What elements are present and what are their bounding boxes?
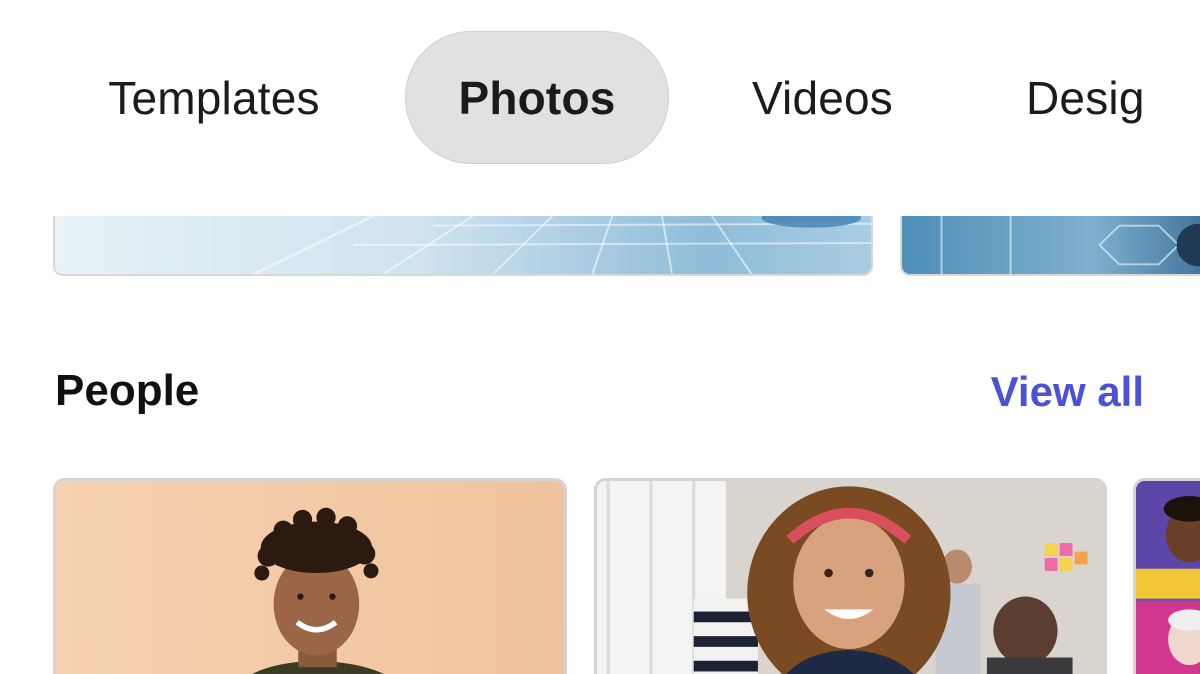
portrait-photo bbox=[597, 481, 1104, 674]
section-title: People bbox=[55, 366, 200, 415]
banner-image bbox=[902, 216, 1200, 274]
portrait-photo bbox=[1136, 481, 1200, 674]
banner-image bbox=[55, 216, 871, 274]
banner-card-tech[interactable] bbox=[53, 216, 873, 276]
tab-templates[interactable]: Templates bbox=[96, 31, 332, 164]
view-all-link[interactable]: View all bbox=[991, 368, 1144, 416]
tab-photos[interactable]: Photos bbox=[405, 31, 669, 164]
portrait-photo bbox=[56, 481, 564, 674]
tab-videos[interactable]: Videos bbox=[735, 31, 910, 164]
tab-design[interactable]: Desig bbox=[1020, 31, 1200, 164]
category-tabs: Templates Photos Videos Desig bbox=[0, 0, 1200, 200]
photo-card[interactable] bbox=[1133, 478, 1200, 674]
photo-card[interactable] bbox=[53, 478, 567, 674]
banner-card-tech-2[interactable] bbox=[900, 216, 1200, 276]
photo-card[interactable] bbox=[594, 478, 1107, 674]
